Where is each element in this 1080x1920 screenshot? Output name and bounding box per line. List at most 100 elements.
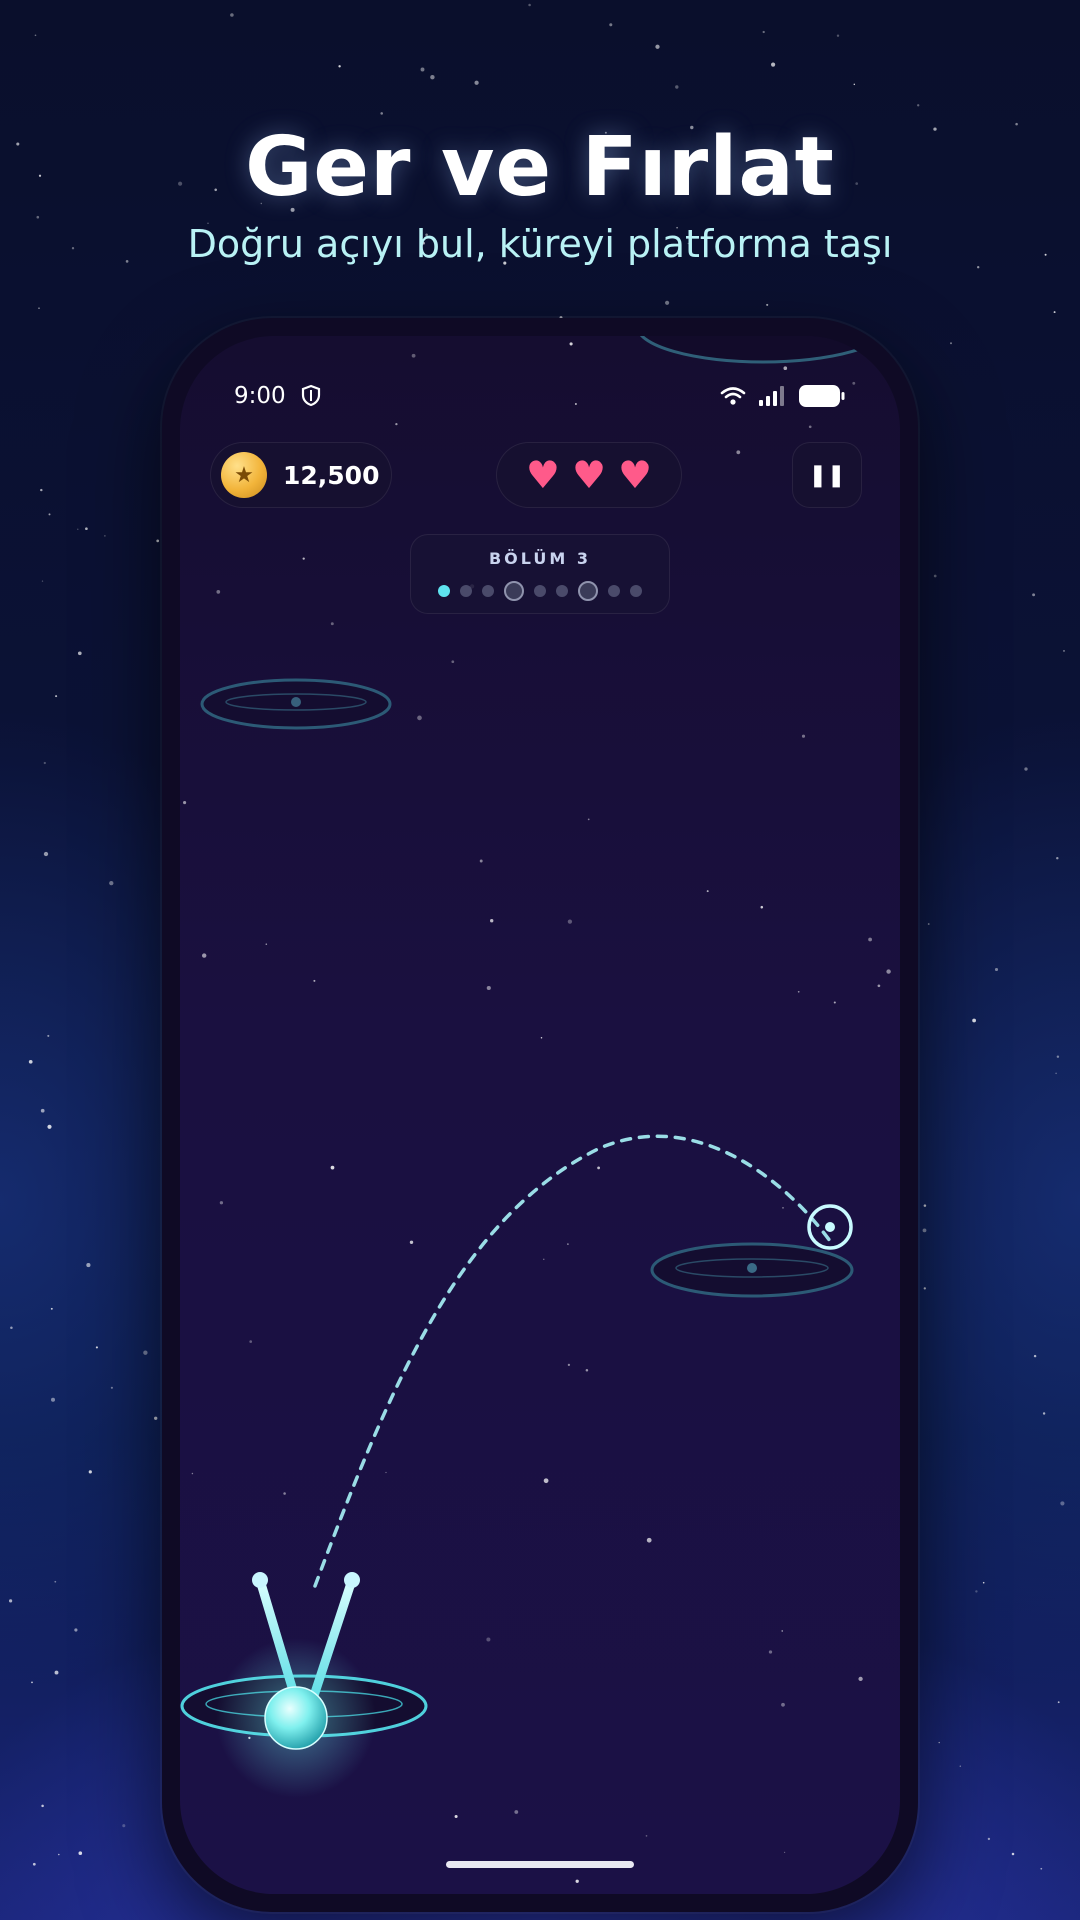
pause-button[interactable]: ❚❚	[792, 442, 862, 508]
star	[1033, 1354, 1037, 1358]
battery-icon	[799, 385, 845, 407]
star	[395, 422, 398, 426]
star	[646, 1537, 652, 1543]
star	[922, 1228, 927, 1233]
shield-icon	[301, 384, 320, 407]
star	[987, 1837, 991, 1841]
star	[1063, 650, 1065, 652]
page-subtitle: Doğru açıyı bul, küreyi platforma taşı	[187, 222, 893, 266]
star	[950, 342, 952, 345]
star	[768, 1650, 773, 1654]
star	[575, 1879, 579, 1883]
star	[202, 953, 207, 958]
page-title: Ger ve Fırlat	[245, 120, 835, 215]
star	[587, 818, 590, 821]
star	[645, 1835, 648, 1837]
star	[54, 1580, 57, 1583]
star	[1040, 1867, 1043, 1870]
star	[41, 1804, 44, 1808]
coin-count: 12,500	[283, 460, 380, 490]
star	[543, 1478, 549, 1484]
star	[40, 1108, 45, 1113]
star	[43, 851, 49, 857]
star	[216, 590, 221, 594]
star	[77, 528, 79, 530]
star	[58, 1853, 60, 1856]
star	[95, 1346, 98, 1349]
game-screen[interactable]: 9:00 ★ 12,500 ♥ ♥ ♥ ❚❚ BÖLÜM 3	[180, 336, 900, 1894]
star	[8, 1599, 13, 1603]
star	[109, 880, 114, 886]
star	[10, 1326, 13, 1330]
star	[567, 919, 573, 924]
star	[975, 1590, 978, 1593]
wifi-icon	[720, 387, 746, 405]
star	[808, 425, 812, 429]
star	[474, 80, 479, 85]
star	[55, 695, 58, 698]
star	[1060, 1501, 1065, 1506]
star	[183, 801, 187, 805]
star	[41, 580, 44, 582]
star	[143, 1350, 148, 1355]
star	[797, 990, 800, 993]
star	[886, 969, 891, 974]
star	[736, 450, 741, 455]
star	[74, 1628, 78, 1632]
platform-top	[639, 336, 887, 364]
star	[801, 734, 806, 738]
star	[32, 1862, 36, 1866]
target-marker	[807, 1204, 853, 1250]
level-dot	[608, 585, 620, 597]
star	[110, 1386, 113, 1389]
star-coin-icon: ★	[221, 452, 267, 498]
level-label: BÖLÜM 3	[488, 549, 592, 568]
star	[1011, 1852, 1015, 1856]
star	[154, 1416, 158, 1420]
star	[858, 1676, 863, 1682]
ball[interactable]	[216, 1638, 376, 1798]
home-indicator[interactable]	[446, 1861, 634, 1868]
star	[31, 1681, 33, 1684]
platform-left	[200, 678, 392, 730]
star	[1053, 311, 1056, 314]
star	[982, 1581, 985, 1584]
star	[655, 44, 660, 49]
star	[543, 1258, 545, 1260]
star	[917, 104, 920, 107]
signal-icon	[759, 386, 784, 406]
heart-icon: ♥	[525, 453, 560, 497]
lives-indicator: ♥ ♥ ♥	[496, 442, 682, 508]
star	[927, 923, 930, 925]
star	[54, 1670, 59, 1675]
level-dot	[534, 585, 546, 597]
star	[88, 1470, 92, 1474]
star	[219, 1201, 224, 1205]
star	[48, 513, 51, 516]
star	[338, 65, 341, 68]
star	[454, 1814, 458, 1819]
star	[430, 75, 435, 80]
level-dot	[438, 585, 450, 597]
star	[868, 937, 872, 942]
star	[51, 1397, 55, 1402]
star	[923, 1287, 926, 1290]
star	[609, 23, 613, 27]
star	[330, 622, 334, 626]
star	[40, 488, 43, 492]
phone-frame: 9:00 ★ 12,500 ♥ ♥ ♥ ❚❚ BÖLÜM 3	[162, 318, 918, 1912]
star	[923, 1204, 927, 1207]
heart-icon: ♥	[571, 453, 607, 497]
star	[1056, 1055, 1060, 1058]
star	[845, 1886, 849, 1891]
status-time: 9:00	[234, 383, 286, 409]
star	[567, 1363, 571, 1367]
star	[569, 342, 573, 346]
star	[77, 651, 82, 656]
platform-target	[650, 1242, 854, 1298]
star	[417, 715, 422, 721]
star	[78, 1851, 83, 1855]
level-dot	[504, 581, 524, 601]
level-dot	[556, 585, 568, 597]
pause-icon: ❚❚	[808, 462, 846, 488]
